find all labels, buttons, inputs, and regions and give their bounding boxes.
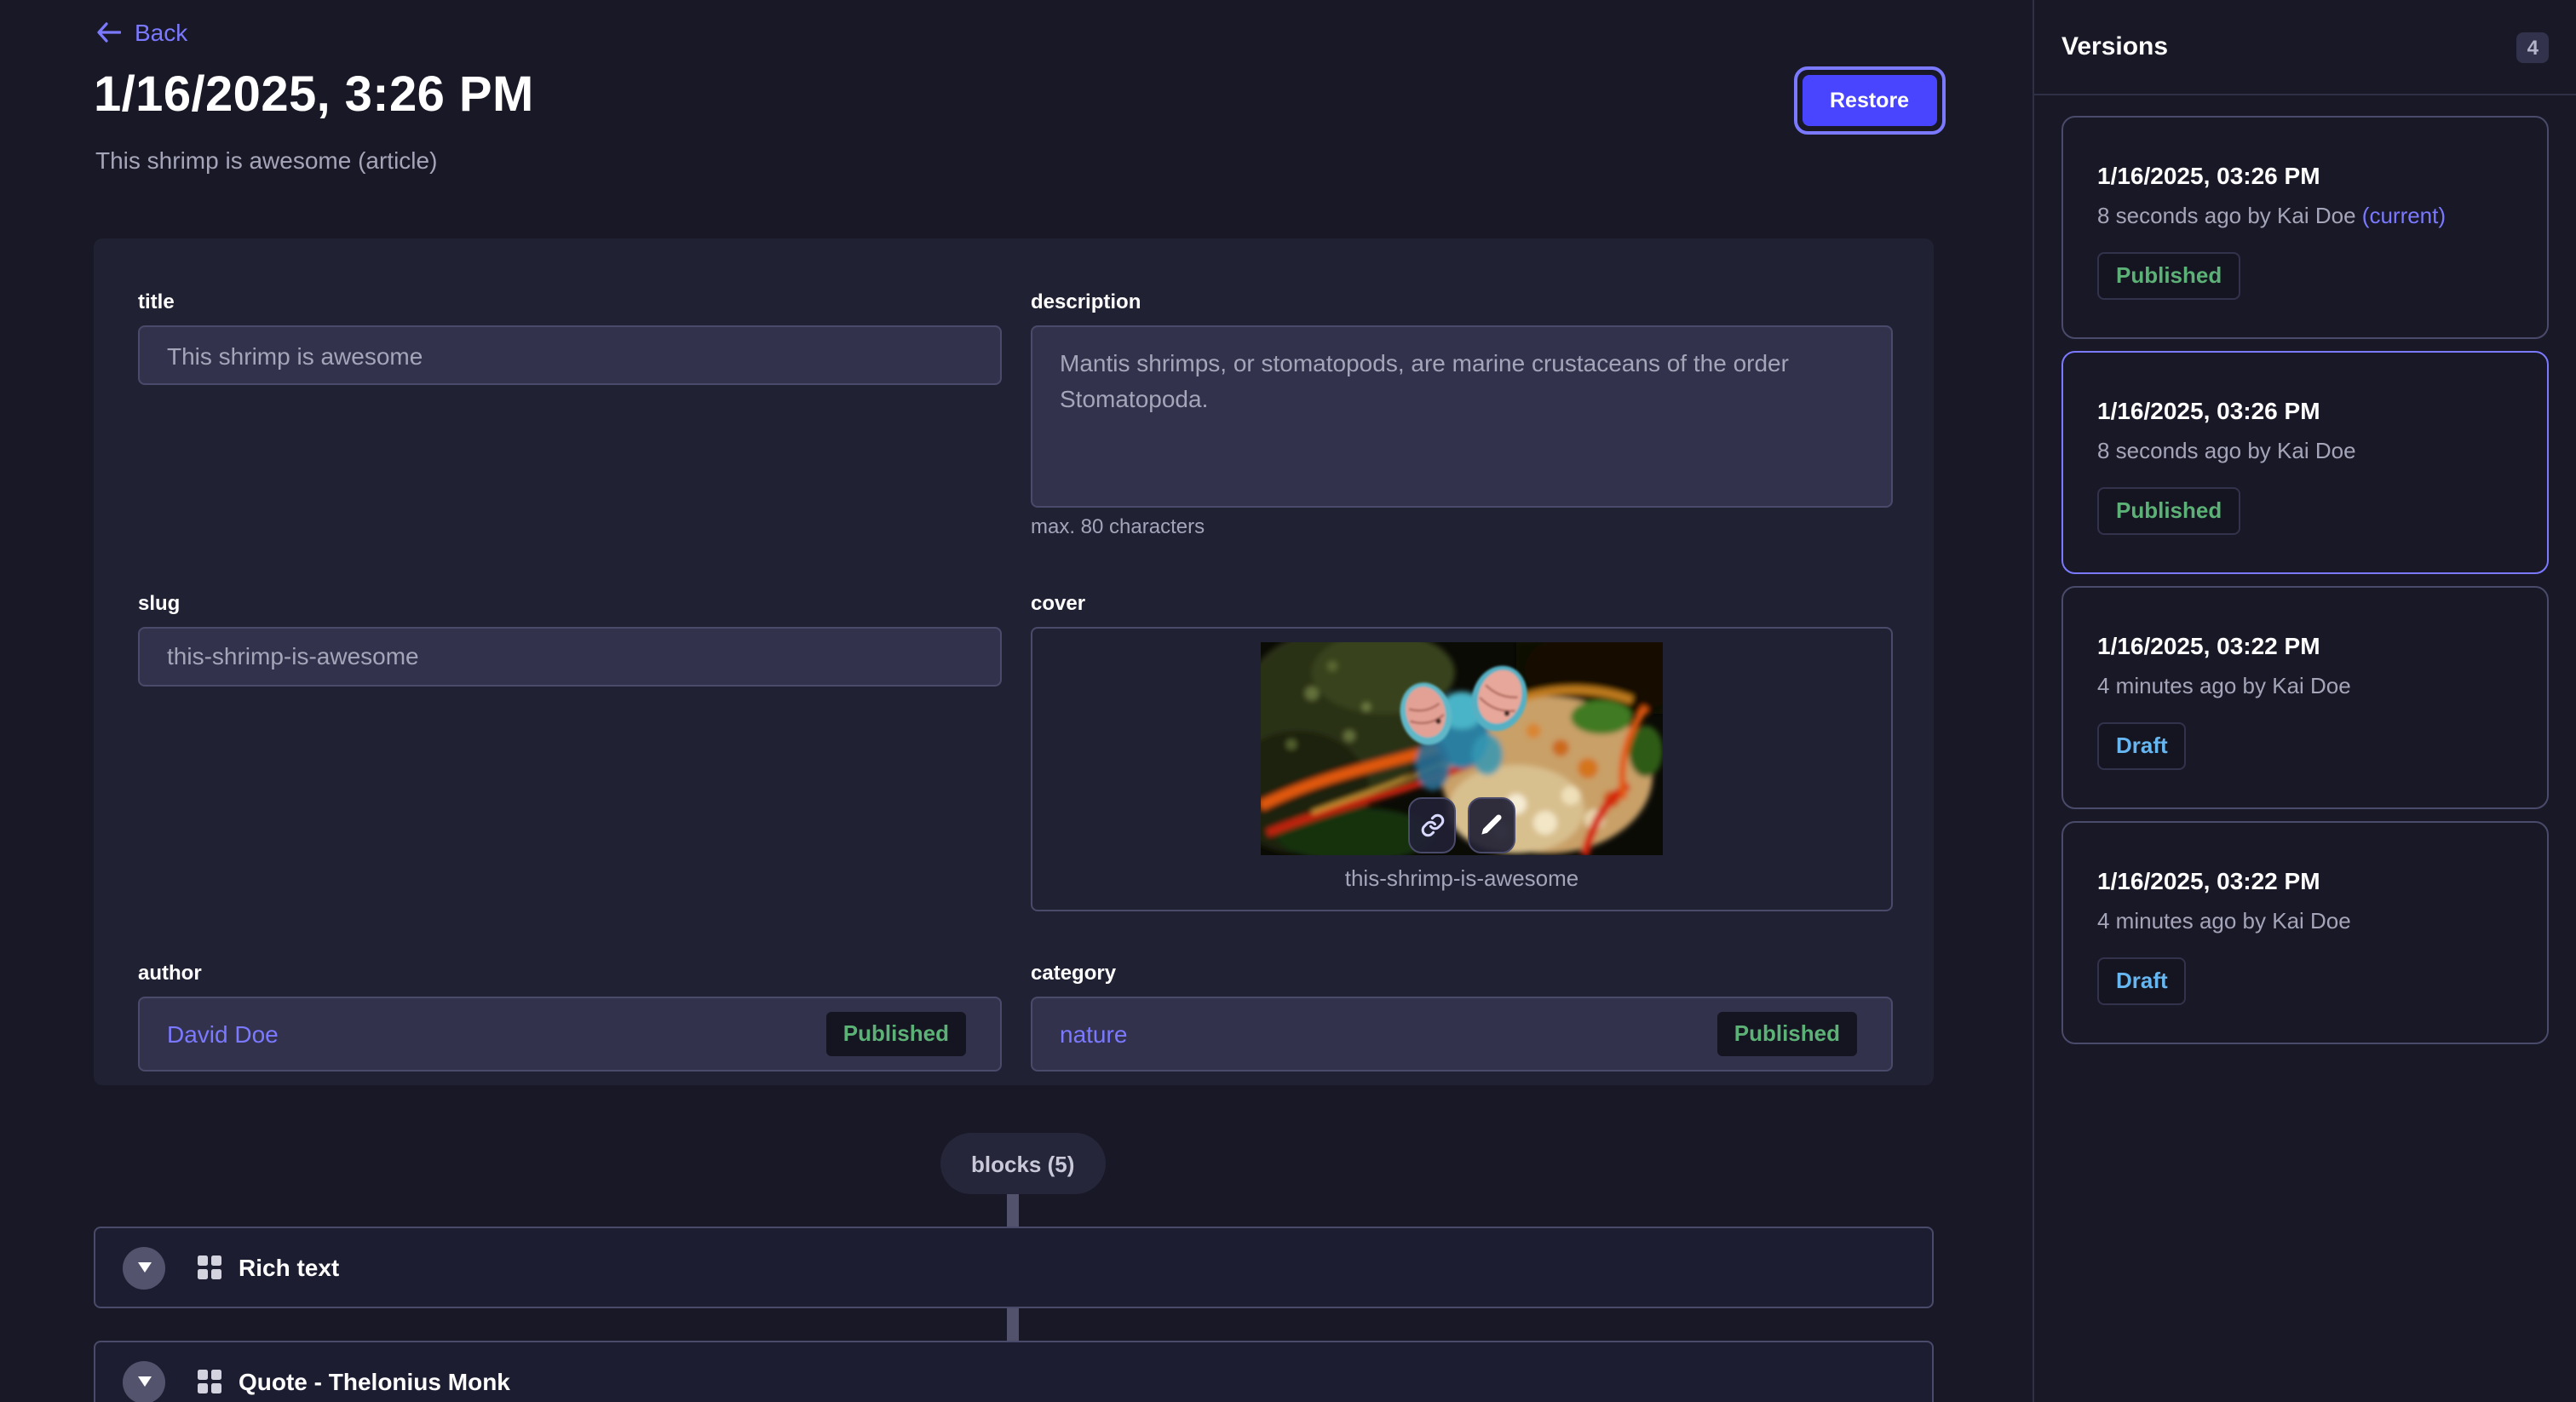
restore-button[interactable]: Restore (1803, 75, 1936, 126)
version-meta: 8 seconds ago by Kai Doe (2097, 438, 2513, 463)
cover-actions (1408, 796, 1515, 853)
category-label: category (1031, 962, 1893, 987)
category-relation-link[interactable]: nature (1060, 1021, 1127, 1049)
field-category: category nature Published (1031, 962, 1893, 1085)
blocks-list: Rich text Quote - Thelonius Monk (94, 1227, 1934, 1402)
status-badge: Published (2097, 252, 2240, 300)
description-textarea[interactable]: Mantis shrimps, or stomatopods, are mari… (1031, 325, 1893, 508)
cover-media-box: this-shrimp-is-awesome (1031, 626, 1893, 911)
field-description: description Mantis shrimps, or stomatopo… (1031, 290, 1893, 553)
category-status-badge: Published (1716, 1011, 1859, 1059)
author-relation-link[interactable]: David Doe (167, 1021, 279, 1049)
version-meta-text: 4 minutes ago by Kai Doe (2097, 673, 2351, 698)
chevron-down-icon (137, 1376, 151, 1387)
description-hint: max. 80 characters (1031, 514, 1893, 540)
block-label: Rich text (239, 1254, 339, 1281)
title-input[interactable]: This shrimp is awesome (138, 325, 1002, 385)
pencil-icon (1480, 813, 1504, 836)
back-arrow-icon (95, 22, 121, 43)
restore-button-focus-ring: Restore (1794, 66, 1945, 135)
versions-heading: Versions (2061, 32, 2168, 61)
version-card[interactable]: 1/16/2025, 03:22 PM 4 minutes ago by Kai… (2061, 821, 2549, 1044)
author-status-badge: Published (825, 1011, 968, 1059)
version-meta: 8 seconds ago by Kai Doe (current) (2097, 203, 2513, 228)
field-author: author David Doe Published (138, 962, 1002, 1085)
accordion-toggle-button[interactable] (123, 1246, 165, 1289)
drag-handle-icon (198, 1255, 221, 1279)
slug-label: slug (138, 590, 1002, 616)
cover-label: cover (1031, 590, 1893, 616)
field-cover: cover (1031, 590, 1893, 923)
description-label: description (1031, 290, 1893, 315)
page-title: 1/16/2025, 3:26 PM (94, 68, 534, 124)
blocks-count-pill: blocks (5) (940, 1133, 1105, 1194)
copy-link-button[interactable] (1408, 796, 1456, 853)
versions-count-badge: 4 (2517, 32, 2549, 62)
author-label: author (138, 962, 1002, 987)
block-accordion-row[interactable]: Quote - Thelonius Monk (94, 1341, 1934, 1402)
author-relation-box: David Doe Published (138, 997, 1002, 1072)
drag-handle-icon (198, 1370, 221, 1393)
status-badge: Published (2097, 487, 2240, 535)
version-current-label: (current) (2356, 203, 2446, 228)
accordion-toggle-button[interactable] (123, 1360, 165, 1402)
version-date: 1/16/2025, 03:22 PM (2097, 632, 2513, 659)
version-history-page: Back 1/16/2025, 3:26 PM This shrimp is a… (0, 0, 2576, 1402)
title-label: title (138, 290, 1002, 315)
version-date: 1/16/2025, 03:26 PM (2097, 162, 2513, 189)
version-card[interactable]: 1/16/2025, 03:22 PM 4 minutes ago by Kai… (2061, 586, 2549, 809)
version-meta-text: 4 minutes ago by Kai Doe (2097, 908, 2351, 934)
versions-list: 1/16/2025, 03:26 PM 8 seconds ago by Kai… (2034, 95, 2576, 1065)
status-badge: Draft (2097, 722, 2187, 770)
field-title: title This shrimp is awesome (138, 290, 1002, 553)
version-date: 1/16/2025, 03:22 PM (2097, 867, 2513, 894)
chevron-down-icon (137, 1262, 151, 1273)
version-card[interactable]: 1/16/2025, 03:26 PM 8 seconds ago by Kai… (2061, 116, 2549, 339)
field-slug: slug this-shrimp-is-awesome (138, 590, 1002, 923)
block-accordion-row[interactable]: Rich text (94, 1227, 1934, 1308)
category-relation-box: nature Published (1031, 997, 1893, 1072)
version-meta-text: 8 seconds ago by Kai Doe (2097, 203, 2356, 228)
back-label: Back (135, 19, 187, 46)
page-subtitle: This shrimp is awesome (article) (95, 147, 437, 174)
edit-media-button[interactable] (1468, 796, 1515, 853)
block-label: Quote - Thelonius Monk (239, 1368, 510, 1395)
version-meta: 4 minutes ago by Kai Doe (2097, 673, 2513, 698)
version-card[interactable]: 1/16/2025, 03:26 PM 8 seconds ago by Kai… (2061, 351, 2549, 574)
link-icon (1419, 812, 1445, 837)
versions-panel: Versions 4 1/16/2025, 03:26 PM 8 seconds… (2033, 0, 2576, 1402)
blocks-connector (1007, 1194, 1019, 1227)
status-badge: Draft (2097, 957, 2187, 1005)
slug-input[interactable]: this-shrimp-is-awesome (138, 626, 1002, 686)
version-meta: 4 minutes ago by Kai Doe (2097, 908, 2513, 934)
version-fields-card: title This shrimp is awesome description… (94, 238, 1934, 1085)
version-date: 1/16/2025, 03:26 PM (2097, 397, 2513, 424)
versions-header: Versions 4 (2034, 0, 2576, 95)
cover-filename: this-shrimp-is-awesome (1032, 865, 1891, 890)
back-link[interactable]: Back (95, 19, 187, 46)
version-meta-text: 8 seconds ago by Kai Doe (2097, 438, 2356, 463)
